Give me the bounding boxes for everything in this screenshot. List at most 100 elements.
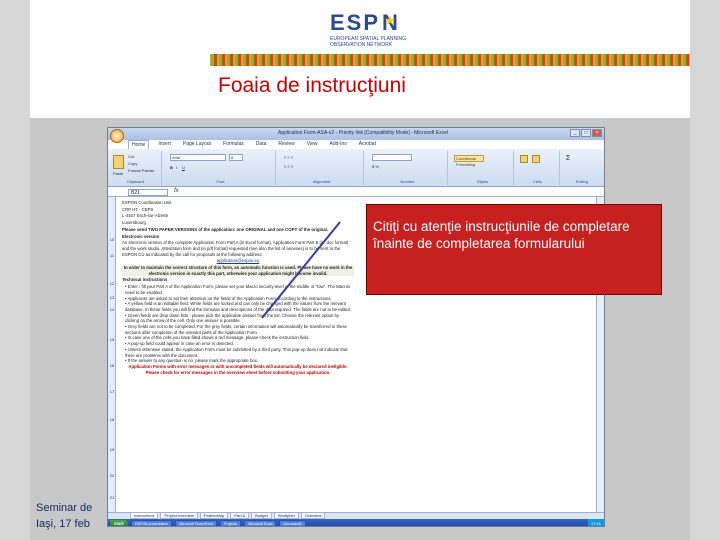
taskbar-item[interactable]: ESPON presentation	[130, 520, 173, 526]
ribbon-group-cells: Cells	[516, 151, 560, 185]
address-line: L-4407 Esch-sur-Alzette	[122, 213, 169, 219]
left-side-bar	[0, 0, 30, 540]
bold-button[interactable]: B	[170, 165, 173, 170]
tab-home[interactable]: Home	[128, 140, 150, 149]
tab-view[interactable]: View	[304, 140, 321, 149]
maximize-icon[interactable]: □	[581, 129, 591, 137]
start-button[interactable]: start	[110, 519, 128, 526]
electronic-text: An electronic version of the complete Ap…	[122, 240, 349, 257]
row-number: 10	[109, 237, 115, 242]
paper-version-note: Please send TWO PAPER VERSIONS of the ap…	[122, 226, 329, 232]
fx-icon[interactable]: fx	[174, 188, 179, 194]
number-format-select[interactable]	[372, 154, 412, 161]
list-item: Grey fields are not to be completed. For…	[125, 324, 354, 335]
ribbon-tabs: Home Insert Page Layout Formulas Data Re…	[128, 140, 379, 149]
conditional-formatting-button[interactable]: Conditional Formatting	[454, 155, 484, 167]
ribbon-group-label: Alignment	[312, 179, 331, 184]
cut-button[interactable]: Cut	[128, 154, 134, 159]
paste-icon[interactable]	[113, 155, 124, 169]
underline-button[interactable]: U	[182, 165, 185, 170]
right-side-bar	[690, 0, 720, 540]
electronic-heading: Electronic version	[122, 233, 160, 239]
ribbon-group-alignment: ≡ ≡ ≡ ≡ ≡ ≡ Alignment	[280, 151, 364, 185]
windows-taskbar: start ESPON presentation Microsoft Power…	[108, 519, 604, 526]
excel-window-title: Application Form-ASA-v2 - Priority link …	[278, 130, 449, 136]
ribbon-group-label: Number	[400, 179, 415, 184]
instructions-sheet: ESPON Coordination Unit CRP HT - CEPS L-…	[119, 198, 357, 510]
ribbon-group-label: Cells	[533, 179, 542, 184]
insert-cells-icon[interactable]	[520, 155, 528, 163]
ribbon-group-editing: Σ Editing	[562, 151, 602, 185]
row-number: 15	[109, 337, 115, 342]
list-item: A yellow field is an editable field. Whi…	[125, 301, 354, 312]
callout-text: Citiţi cu atenţie instrucţiunile de comp…	[373, 219, 630, 251]
ribbon: Paste Cut Copy Format Painter Clipboard …	[108, 149, 604, 187]
minimize-icon[interactable]: _	[570, 129, 580, 137]
row-number: 16	[109, 363, 115, 368]
ribbon-group-label: Editing	[575, 179, 589, 184]
espon-logo: ESP N	[330, 10, 398, 35]
taskbar-item[interactable]: Microsoft Excel	[244, 520, 277, 526]
row-number: 13	[109, 295, 115, 300]
excel-titlebar: Application Form-ASA-v2 - Priority link …	[108, 128, 604, 143]
formula-bar: B21 fx	[108, 188, 604, 197]
tab-add-ins[interactable]: Add-Ins	[327, 140, 350, 149]
delete-cells-icon[interactable]	[532, 155, 540, 163]
taskbar-item[interactable]: Projects	[220, 520, 242, 526]
instruction-callout: Citiţi cu atenţie instrucţiunile de comp…	[366, 204, 662, 295]
row-number: 17	[109, 389, 115, 394]
row-number: 20	[109, 473, 115, 478]
decorative-divider	[30, 54, 690, 66]
office-button-icon[interactable]	[110, 129, 124, 143]
tab-formulas[interactable]: Formulas	[220, 140, 247, 149]
ribbon-group-label: Clipboard	[126, 179, 145, 184]
address-line: ESPON Coordination Unit	[122, 200, 172, 205]
logo-subtitle: EUROPEAN SPATIAL PLANNING OBSERVATION NE…	[330, 36, 407, 48]
row-number: 18	[109, 417, 115, 422]
ribbon-group-font: Arial 8 B I U Font	[166, 151, 276, 185]
number-format-icons[interactable]: $ % ,	[372, 164, 381, 169]
ribbon-group-label: Font	[216, 179, 225, 184]
structure-warning: In order to maintain the correct structu…	[122, 265, 354, 277]
taskbar-item[interactable]: Microsoft PowerPoint	[175, 520, 218, 526]
address-line: Luxembourg	[122, 220, 146, 226]
tab-page-layout[interactable]: Page Layout	[180, 140, 214, 149]
autosum-icon[interactable]: Σ	[566, 155, 570, 162]
email-link[interactable]: application@espon.eu	[122, 258, 354, 264]
indent-icon[interactable]: ≡ ≡ ≡	[284, 164, 293, 169]
tab-insert[interactable]: Insert	[155, 140, 174, 149]
excel-screenshot: Application Form-ASA-v2 - Priority link …	[107, 127, 605, 527]
copy-button[interactable]: Copy	[128, 161, 137, 166]
row-number: 14	[109, 307, 115, 312]
tab-acrobat[interactable]: Acrobat	[356, 140, 379, 149]
taskbar-item[interactable]: Document1	[279, 520, 306, 526]
ribbon-group-number: $ % , Number	[368, 151, 448, 185]
ribbon-group-styles: Conditional Formatting Styles	[452, 151, 514, 185]
ribbon-group-label: Styles	[477, 179, 488, 184]
address-line: CRP HT - CEPS	[122, 206, 154, 212]
list-item: Green fields are drop down lists - pleas…	[125, 313, 354, 324]
font-size-select[interactable]: 8	[229, 154, 243, 161]
ribbon-group-clipboard: Paste Cut Copy Format Painter Clipboard	[110, 151, 162, 185]
technical-heading: Technical instructions	[122, 277, 168, 283]
tab-data[interactable]: Data	[253, 140, 270, 149]
row-number: 12	[109, 281, 115, 286]
paste-button[interactable]: Paste	[113, 171, 123, 176]
font-name-select[interactable]: Arial	[170, 154, 226, 161]
logo-letters-left: ESP	[330, 10, 381, 35]
list-item: Enter / fill your Part A of the Applicat…	[125, 284, 354, 295]
slide-title: Foaia de instrucţiuni	[218, 74, 406, 97]
format-painter-button[interactable]: Format Painter	[128, 168, 154, 173]
name-box[interactable]: B21	[128, 189, 168, 196]
taskbar-clock: 17:41	[587, 519, 604, 526]
error-warning-note: Application Forms with error messages or…	[128, 363, 348, 375]
close-icon[interactable]: ×	[592, 129, 602, 137]
instruction-list: Enter / fill your Part A of the Applicat…	[122, 284, 354, 364]
italic-button[interactable]: I	[176, 165, 177, 170]
window-controls: _ □ ×	[570, 129, 602, 137]
tab-review[interactable]: Review	[275, 140, 297, 149]
sheet-tabs: Instructions Project overview Partnershi…	[108, 512, 604, 519]
footer-line-2: Iaşi, 17 feb	[36, 518, 90, 530]
align-icon[interactable]: ≡ ≡ ≡	[284, 155, 293, 160]
row-number: 11	[109, 253, 115, 258]
